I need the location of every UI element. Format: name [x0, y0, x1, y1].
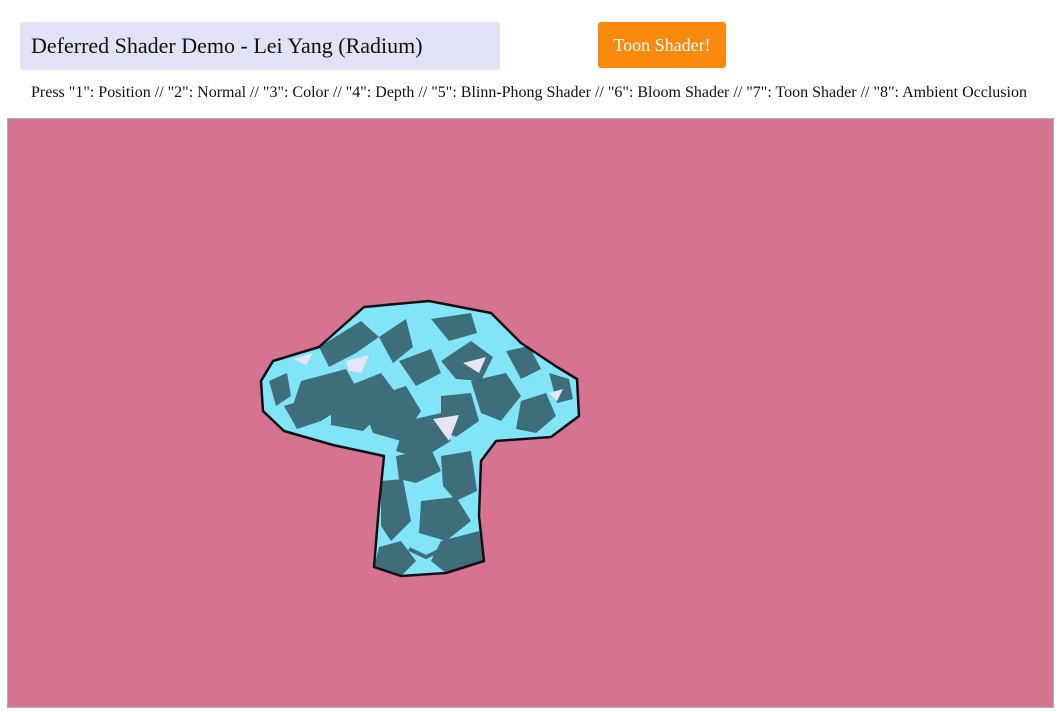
page-title-text: Deferred Shader Demo - Lei Yang (Radium) [31, 33, 423, 58]
render-canvas[interactable] [7, 118, 1054, 708]
toon-shader-button[interactable]: Toon Shader! [598, 22, 726, 68]
keyboard-instructions: Press "1": Position // "2": Normal // "3… [31, 84, 1027, 101]
render-scene [8, 119, 1053, 707]
page-title: Deferred Shader Demo - Lei Yang (Radium) [20, 22, 500, 70]
